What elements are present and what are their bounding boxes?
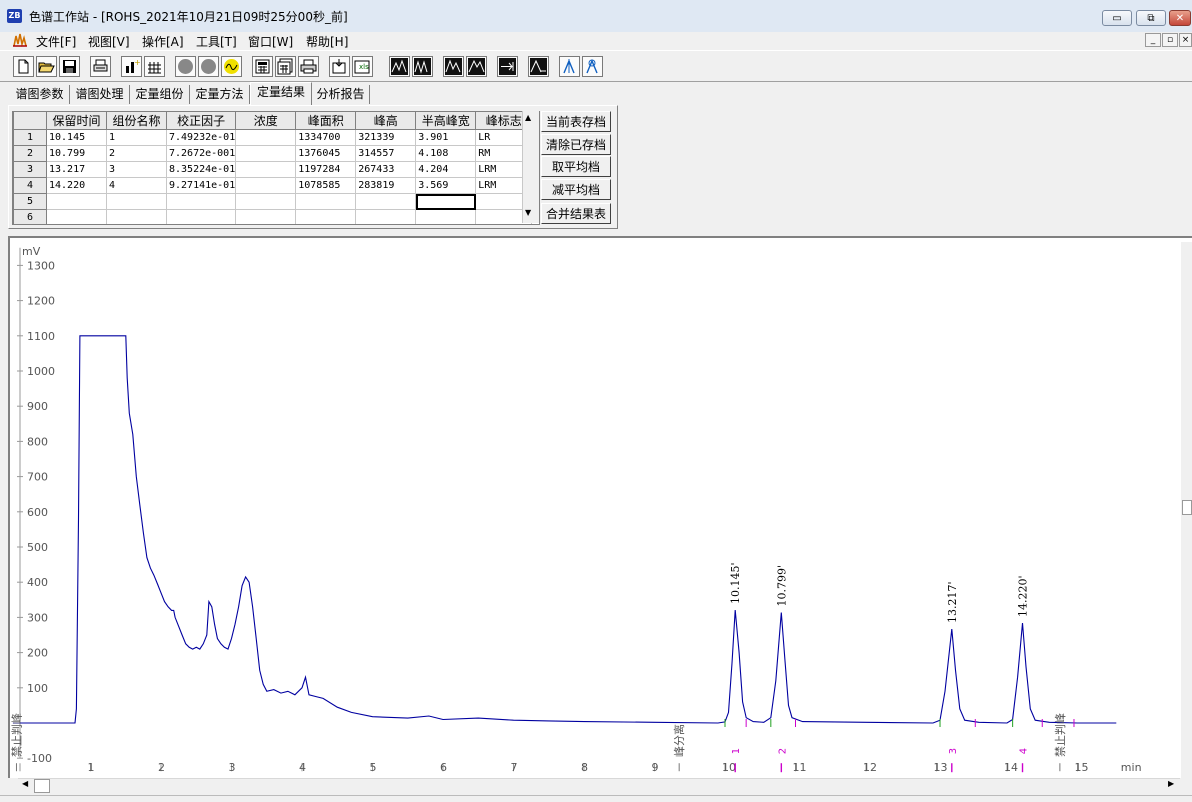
x-tick-label: 9 <box>652 761 659 774</box>
horizontal-scrollbar[interactable] <box>18 778 1180 795</box>
peak-number-label: 4 <box>1019 748 1030 754</box>
x-tick-label: 12 <box>863 761 877 774</box>
event-label: 峰分离 <box>672 724 686 757</box>
y-tick-label: 700 <box>27 471 48 484</box>
peak-label: 10.145' <box>729 562 742 604</box>
x-tick-label: 7 <box>511 761 518 774</box>
peak-label: 13.217' <box>946 582 959 624</box>
x-tick-label: 10 <box>722 761 736 774</box>
x-tick-label: 13 <box>934 761 948 774</box>
x-tick-label: 4 <box>299 761 306 774</box>
vertical-scroll-thumb[interactable] <box>1182 500 1192 515</box>
y-axis-label: mV <box>22 245 41 258</box>
y-tick-label: 400 <box>27 576 48 589</box>
y-tick-label: 1100 <box>27 330 55 343</box>
x-tick-label: 5 <box>370 761 377 774</box>
y-tick-label: 800 <box>27 435 48 448</box>
y-tick-label: 1300 <box>27 259 55 272</box>
x-tick-label: 1 <box>88 761 95 774</box>
peak-label: 10.799' <box>775 565 788 607</box>
chromatogram-line <box>12 335 1117 724</box>
x-tick-label: 6 <box>440 761 447 774</box>
y-tick-label: 500 <box>27 541 48 554</box>
x-tick-label: 11 <box>793 761 807 774</box>
peak-label: 14.220' <box>1017 576 1030 618</box>
y-tick-label: 600 <box>27 506 48 519</box>
event-label: 禁止判峰 <box>10 713 23 757</box>
y-tick-label: 200 <box>27 647 48 660</box>
y-tick-label: 100 <box>27 682 48 695</box>
y-tick-label: -100 <box>27 752 52 765</box>
scroll-left-icon[interactable]: ◀ <box>22 779 28 788</box>
x-tick-label: 14 <box>1004 761 1018 774</box>
y-tick-label: 300 <box>27 611 48 624</box>
y-tick-label: 1000 <box>27 365 55 378</box>
x-axis-label: min <box>1121 761 1142 774</box>
x-tick-label: 3 <box>229 761 236 774</box>
x-tick-label: 8 <box>581 761 588 774</box>
peak-number-label: 3 <box>948 748 959 754</box>
event-label: 禁止判峰 <box>1054 713 1067 757</box>
x-tick-label: 15 <box>1075 761 1089 774</box>
chromatogram-chart[interactable]: -100 100 200 300 400 500 600 700 800 900 1000 1100 1… <box>0 0 1192 801</box>
peak-number-label: 1 <box>731 748 742 754</box>
horizontal-scroll-thumb[interactable] <box>34 779 50 793</box>
x-tick-label: 2 <box>158 761 165 774</box>
peak-number-label: 2 <box>777 748 788 754</box>
y-tick-label: 1200 <box>27 295 55 308</box>
scroll-right-icon[interactable]: ▶ <box>1168 779 1174 788</box>
y-tick-label: 900 <box>27 400 48 413</box>
